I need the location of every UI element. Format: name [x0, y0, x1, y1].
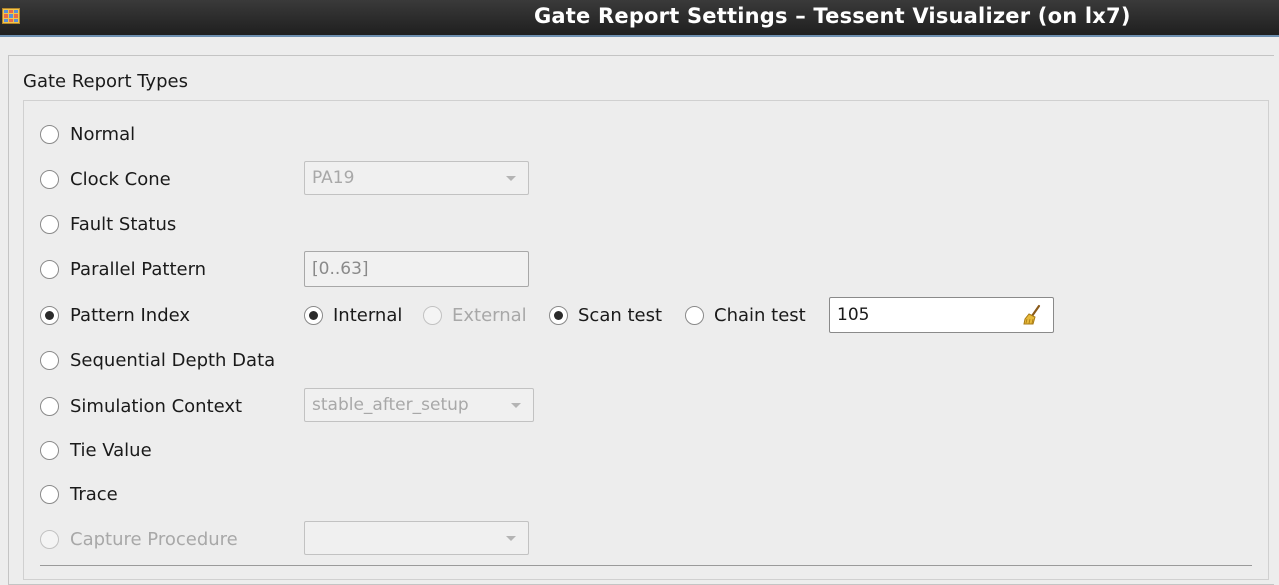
spreadsheet-app-icon[interactable] — [2, 8, 20, 24]
external-radio[interactable] — [423, 306, 442, 325]
scan-test-label: Scan test — [578, 305, 663, 326]
simulation-context-label: Simulation Context — [70, 396, 243, 417]
internal-option[interactable]: Internal — [304, 305, 402, 326]
option-fault-status[interactable]: Fault Status — [40, 214, 176, 235]
parallel-pattern-field[interactable]: [0..63] — [304, 251, 529, 287]
sequential-depth-label: Sequential Depth Data — [70, 350, 276, 371]
fault-status-label: Fault Status — [70, 214, 177, 235]
external-label: External — [452, 305, 527, 326]
chain-test-label: Chain test — [714, 305, 806, 326]
simulation-context-combo[interactable]: stable_after_setup — [304, 388, 534, 422]
sequential-depth-radio[interactable] — [40, 351, 59, 370]
title-bar[interactable]: Gate Report Settings – Tessent Visualize… — [0, 0, 1279, 37]
separator — [40, 565, 1252, 566]
option-capture-procedure[interactable]: Capture Procedure — [40, 529, 238, 550]
tie-value-label: Tie Value — [70, 440, 152, 461]
pattern-index-value: 105 — [837, 305, 870, 325]
normal-label: Normal — [70, 124, 136, 145]
chevron-down-icon — [506, 176, 516, 181]
option-tie-value[interactable]: Tie Value — [40, 440, 152, 461]
option-parallel-pattern[interactable]: Parallel Pattern — [40, 259, 206, 280]
capture-procedure-combo[interactable] — [304, 521, 529, 555]
tie-value-radio[interactable] — [40, 441, 59, 460]
chain-test-radio[interactable] — [685, 306, 704, 325]
option-normal[interactable]: Normal — [40, 124, 135, 145]
chevron-down-icon — [511, 403, 521, 408]
trace-label: Trace — [70, 484, 118, 505]
clock-cone-combo[interactable]: PA19 — [304, 161, 529, 195]
external-option[interactable]: External — [423, 305, 527, 326]
trace-radio[interactable] — [40, 485, 59, 504]
clock-cone-combo-value: PA19 — [312, 168, 355, 188]
clock-cone-radio[interactable] — [40, 170, 59, 189]
internal-label: Internal — [333, 305, 403, 326]
option-clock-cone[interactable]: Clock Cone — [40, 169, 171, 190]
capture-procedure-label: Capture Procedure — [70, 529, 238, 550]
broom-icon[interactable] — [1021, 304, 1043, 326]
option-trace[interactable]: Trace — [40, 484, 118, 505]
window-title: Gate Report Settings – Tessent Visualize… — [534, 4, 1131, 28]
chain-test-option[interactable]: Chain test — [685, 305, 806, 326]
chevron-down-icon — [506, 536, 516, 541]
pattern-index-field[interactable]: 105 — [829, 297, 1054, 333]
scan-test-option[interactable]: Scan test — [549, 305, 662, 326]
group-title: Gate Report Types — [23, 71, 188, 92]
option-simulation-context[interactable]: Simulation Context — [40, 396, 242, 417]
normal-radio[interactable] — [40, 125, 59, 144]
parallel-pattern-label: Parallel Pattern — [70, 259, 207, 280]
option-pattern-index[interactable]: Pattern Index — [40, 305, 190, 326]
capture-procedure-radio[interactable] — [40, 530, 59, 549]
simulation-context-combo-value: stable_after_setup — [312, 395, 469, 415]
parallel-pattern-radio[interactable] — [40, 260, 59, 279]
internal-radio[interactable] — [304, 306, 323, 325]
clock-cone-label: Clock Cone — [70, 169, 171, 190]
pattern-index-label: Pattern Index — [70, 305, 191, 326]
gate-report-types-group — [23, 100, 1269, 580]
pattern-index-radio[interactable] — [40, 306, 59, 325]
simulation-context-radio[interactable] — [40, 397, 59, 416]
scan-test-radio[interactable] — [549, 306, 568, 325]
option-sequential-depth[interactable]: Sequential Depth Data — [40, 350, 275, 371]
fault-status-radio[interactable] — [40, 215, 59, 234]
